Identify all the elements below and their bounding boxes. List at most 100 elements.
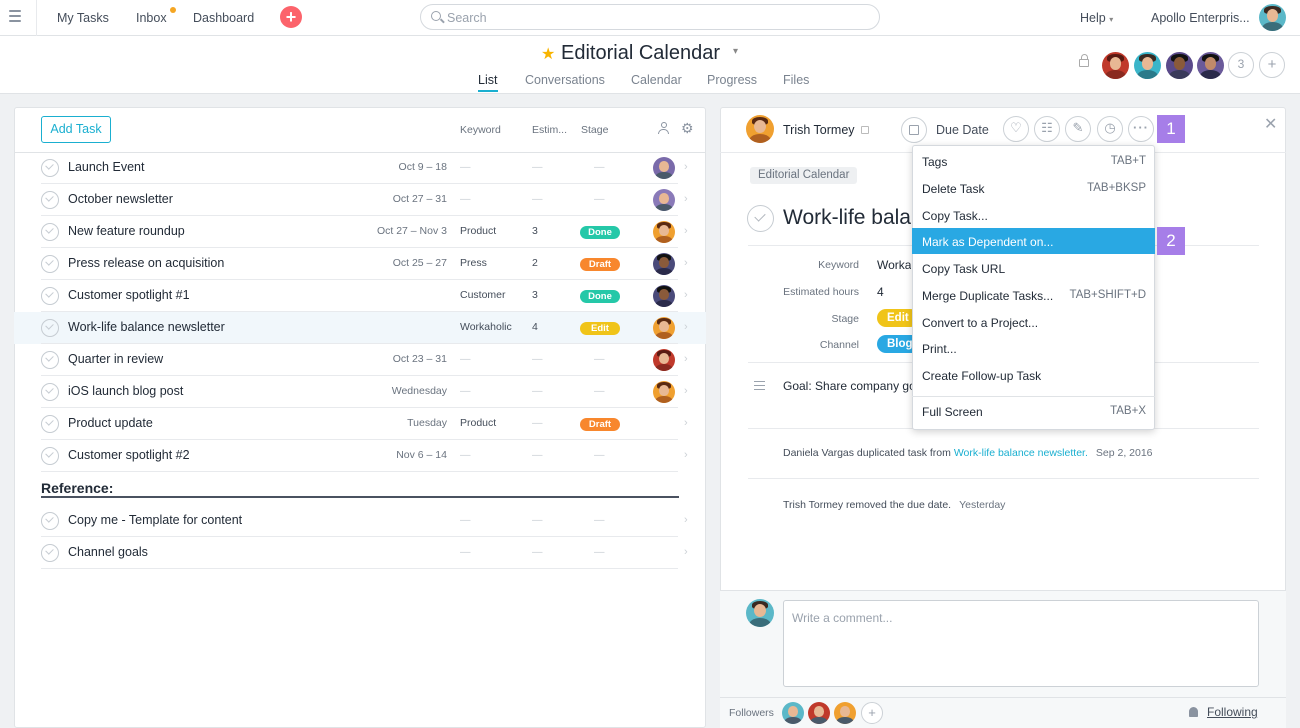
field-value-keyword[interactable]: Workaholic: [877, 258, 911, 272]
complete-checkbox[interactable]: [41, 544, 59, 562]
project-tag[interactable]: Editorial Calendar: [750, 167, 858, 184]
chevron-right-icon[interactable]: ›: [684, 289, 688, 301]
comment-input[interactable]: [783, 600, 1259, 687]
search-bar[interactable]: [420, 4, 880, 30]
table-row[interactable]: Press release on acquisition Oct 25 – 27…: [14, 248, 706, 280]
timer-icon[interactable]: ◷: [1097, 116, 1123, 142]
complete-task-checkbox[interactable]: [747, 205, 774, 232]
stage-pill[interactable]: Done: [580, 290, 620, 303]
assignee-avatar[interactable]: [746, 115, 774, 143]
task-keyword[interactable]: Workaholic: [460, 321, 512, 333]
task-estimate[interactable]: —: [532, 161, 543, 173]
help-menu[interactable]: Help ▾: [1080, 11, 1113, 25]
column-header-stage[interactable]: Stage: [581, 124, 608, 136]
task-name[interactable]: Channel goals: [68, 545, 148, 559]
chevron-right-icon[interactable]: ›: [684, 321, 688, 333]
assignee-avatar[interactable]: [653, 157, 675, 179]
add-member-button[interactable]: +: [1259, 52, 1285, 78]
menu-item-full-screen[interactable]: Full Screen TAB+X: [912, 398, 1155, 424]
assignee-avatar[interactable]: [653, 381, 675, 403]
due-date-button[interactable]: [901, 117, 927, 143]
task-keyword[interactable]: —: [460, 193, 471, 205]
tab-files[interactable]: Files: [783, 73, 809, 87]
chevron-right-icon[interactable]: ›: [684, 353, 688, 365]
task-keyword[interactable]: —: [460, 546, 471, 558]
nav-dashboard[interactable]: Dashboard: [193, 11, 254, 25]
menu-item-mark-as-dependent[interactable]: Mark as Dependent on...: [912, 228, 1155, 254]
chevron-right-icon[interactable]: ›: [684, 417, 688, 429]
task-keyword[interactable]: Press: [460, 257, 487, 269]
table-row[interactable]: Customer spotlight #1 Customer 3 Done ›: [14, 280, 706, 312]
task-name[interactable]: Launch Event: [68, 160, 144, 174]
table-row[interactable]: New feature roundup Oct 27 – Nov 3 Produ…: [14, 216, 706, 248]
complete-checkbox[interactable]: [41, 223, 59, 241]
chevron-down-icon[interactable]: ▾: [733, 46, 738, 57]
close-icon[interactable]: ✕: [1264, 114, 1277, 134]
chevron-right-icon[interactable]: ›: [684, 514, 688, 526]
subtask-icon[interactable]: ☷: [1034, 116, 1060, 142]
task-name[interactable]: Work-life balance newsletter: [68, 320, 225, 334]
task-keyword[interactable]: —: [460, 161, 471, 173]
task-title[interactable]: Work-life balance newsletter: [783, 206, 913, 230]
task-keyword[interactable]: —: [460, 514, 471, 526]
task-estimate[interactable]: 2: [532, 257, 538, 269]
task-due-date[interactable]: Tuesday: [407, 417, 447, 429]
complete-checkbox[interactable]: [41, 159, 59, 177]
chevron-right-icon[interactable]: ›: [684, 385, 688, 397]
following-toggle[interactable]: Following: [1207, 705, 1258, 719]
task-stage[interactable]: —: [594, 161, 605, 173]
complete-checkbox[interactable]: [41, 447, 59, 465]
complete-checkbox[interactable]: [41, 319, 59, 337]
complete-checkbox[interactable]: [41, 383, 59, 401]
chevron-right-icon[interactable]: ›: [684, 449, 688, 461]
table-row[interactable]: Quarter in review Oct 23 – 31 — — — ›: [14, 344, 706, 376]
task-due-date[interactable]: Wednesday: [392, 385, 447, 397]
gear-icon[interactable]: ⚙: [681, 120, 694, 137]
stage-pill[interactable]: Edit: [580, 322, 620, 335]
chevron-right-icon[interactable]: ›: [684, 546, 688, 558]
table-row[interactable]: Channel goals — — — ›: [14, 537, 706, 569]
story-link[interactable]: Work-life balance newsletter.: [954, 447, 1088, 459]
task-estimate[interactable]: —: [532, 353, 543, 365]
table-row[interactable]: October newsletter Oct 27 – 31 — — — ›: [14, 184, 706, 216]
task-stage[interactable]: —: [594, 546, 605, 558]
task-stage[interactable]: —: [594, 193, 605, 205]
tab-conversations[interactable]: Conversations: [525, 73, 605, 87]
task-keyword[interactable]: Product: [460, 417, 496, 429]
task-name[interactable]: iOS launch blog post: [68, 384, 183, 398]
chevron-right-icon[interactable]: ›: [684, 225, 688, 237]
column-header-estimated[interactable]: Estim...: [532, 124, 567, 136]
task-estimate[interactable]: —: [532, 417, 543, 429]
menu-item-copy-task-url[interactable]: Copy Task URL: [912, 255, 1155, 281]
lock-icon[interactable]: [1079, 54, 1089, 67]
chevron-right-icon[interactable]: ›: [684, 257, 688, 269]
assignee-name[interactable]: Trish Tormey: [783, 123, 855, 137]
remove-assignee-icon[interactable]: [861, 126, 869, 134]
follower-avatar[interactable]: [808, 702, 830, 724]
complete-checkbox[interactable]: [41, 191, 59, 209]
nav-my-tasks[interactable]: My Tasks: [57, 11, 109, 25]
attach-icon[interactable]: ✎: [1065, 116, 1091, 142]
task-description[interactable]: Goal: Share company goals: [783, 379, 913, 393]
task-keyword[interactable]: —: [460, 449, 471, 461]
task-keyword[interactable]: Customer: [460, 289, 506, 301]
menu-icon[interactable]: [9, 10, 21, 22]
add-task-button[interactable]: Add Task: [41, 116, 111, 143]
task-name[interactable]: Customer spotlight #2: [68, 448, 190, 462]
assignee-avatar[interactable]: [653, 317, 675, 339]
task-keyword[interactable]: Product: [460, 225, 496, 237]
menu-item-create-follow-up[interactable]: Create Follow-up Task: [912, 362, 1155, 388]
like-icon[interactable]: ♡: [1003, 116, 1029, 142]
complete-checkbox[interactable]: [41, 415, 59, 433]
task-due-date[interactable]: Nov 6 – 14: [396, 449, 447, 461]
menu-item-convert-to-project[interactable]: Convert to a Project...: [912, 309, 1155, 335]
assignee-avatar[interactable]: [653, 189, 675, 211]
task-keyword[interactable]: —: [460, 385, 471, 397]
tab-progress[interactable]: Progress: [707, 73, 757, 87]
chevron-right-icon[interactable]: ›: [684, 193, 688, 205]
assignee-avatar[interactable]: [653, 349, 675, 371]
follower-avatar[interactable]: [782, 702, 804, 724]
member-avatar[interactable]: [1166, 52, 1193, 79]
task-stage[interactable]: —: [594, 385, 605, 397]
task-due-date[interactable]: Oct 25 – 27: [393, 257, 447, 269]
